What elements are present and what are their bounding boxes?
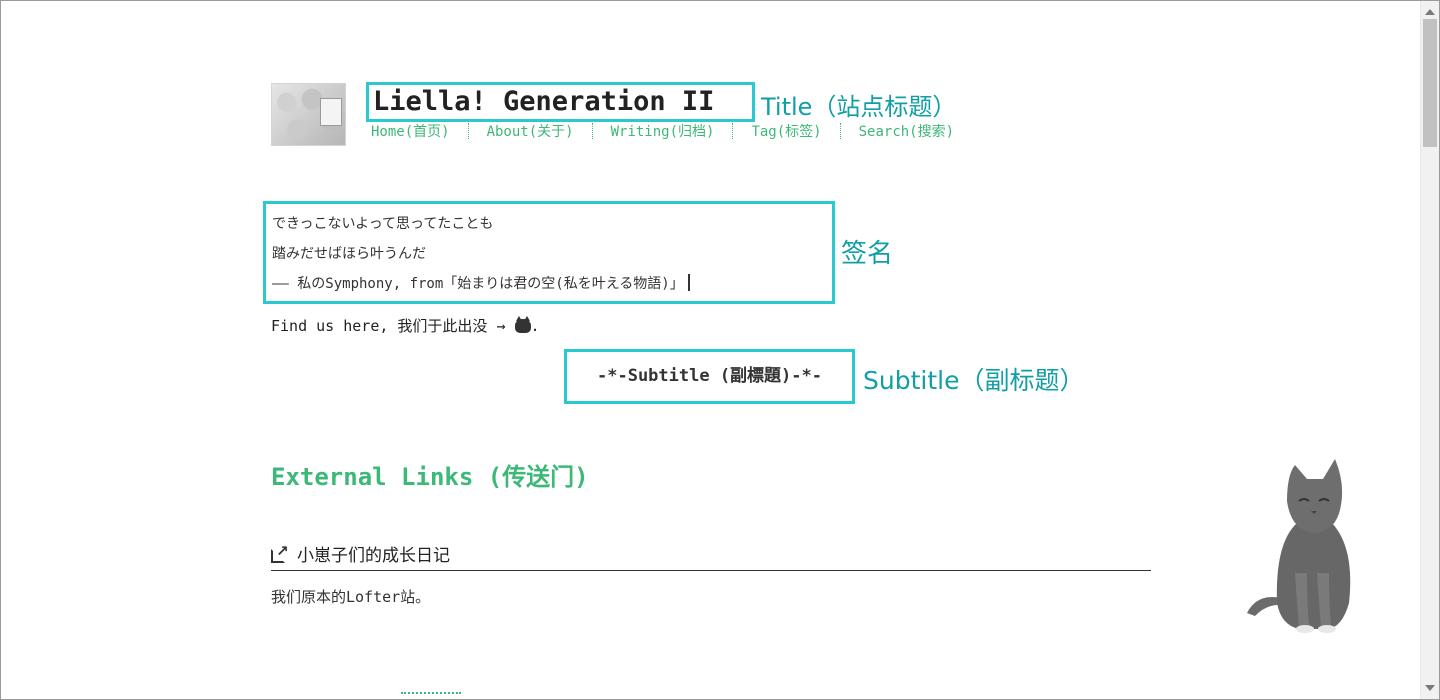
nav-home[interactable]: Home(首页) (371, 121, 450, 141)
vertical-scrollbar[interactable] (1420, 1, 1439, 699)
find-us-line: Find us here, 我们于此出没 → . (271, 315, 540, 336)
nav-about[interactable]: About(关于) (487, 121, 574, 141)
external-link-title[interactable]: 小崽子们的成长日记 (271, 541, 1151, 571)
scroll-thumb[interactable] (1423, 19, 1437, 147)
title-annotation: Title（站点标题） (761, 93, 957, 121)
signature-line-1: できっこないよって思ってたことも (272, 216, 494, 232)
cat-mascot[interactable] (1237, 453, 1377, 633)
external-link-label[interactable]: 小崽子们的成长日记 (297, 546, 450, 566)
nav-separator (839, 123, 841, 139)
site-logo[interactable] (271, 83, 346, 146)
nav-search[interactable]: Search(搜索) (859, 121, 954, 141)
scroll-up-arrow-icon[interactable] (1425, 9, 1435, 15)
nav-tag[interactable]: Tag(标签) (751, 121, 821, 141)
subtitle-annotation: Subtitle（副标题） (863, 366, 1085, 395)
logo-badge (320, 98, 342, 126)
scroll-down-arrow-icon[interactable] (1425, 685, 1435, 691)
external-links-heading: External Links (传送门) (271, 463, 589, 491)
next-heading-fragment (401, 692, 461, 699)
typing-cursor (687, 274, 690, 291)
main-nav: Home(首页) About(关于) Writing(归档) Tag(标签) S… (371, 121, 954, 141)
signature-line-2: 踏みだせばほら叶うんだ (272, 246, 426, 262)
site-title[interactable]: Liella! Generation II (366, 82, 755, 122)
nav-separator (732, 123, 734, 139)
page-content: Liella! Generation II Title（站点标题） Home(首… (263, 1, 1151, 699)
external-link-icon (271, 542, 289, 563)
nav-separator (591, 123, 593, 139)
find-us-end: . (530, 317, 540, 335)
signature-line-3-text: —— 私のSymphony, from「始まりは君の空(私を叶える物語)」 (272, 276, 684, 292)
subtitle: -*-Subtitle (副標題)-*- (564, 349, 855, 404)
find-us-text: Find us here, 我们于此出没 → (271, 317, 506, 335)
nav-separator (467, 123, 469, 139)
github-icon[interactable] (514, 316, 531, 333)
signature-annotation: 签名 (841, 239, 894, 269)
signature-block: できっこないよって思ってたことも 踏みだせばほら叶うんだ —— 私のSympho… (263, 201, 835, 304)
nav-writing[interactable]: Writing(归档) (611, 121, 715, 141)
signature-line-3: —— 私のSymphony, from「始まりは君の空(私を叶える物語)」 (272, 269, 832, 299)
browser-viewport: Liella! Generation II Title（站点标题） Home(首… (0, 0, 1440, 700)
external-link-description: 我们原本的Lofter站。 (271, 588, 431, 606)
